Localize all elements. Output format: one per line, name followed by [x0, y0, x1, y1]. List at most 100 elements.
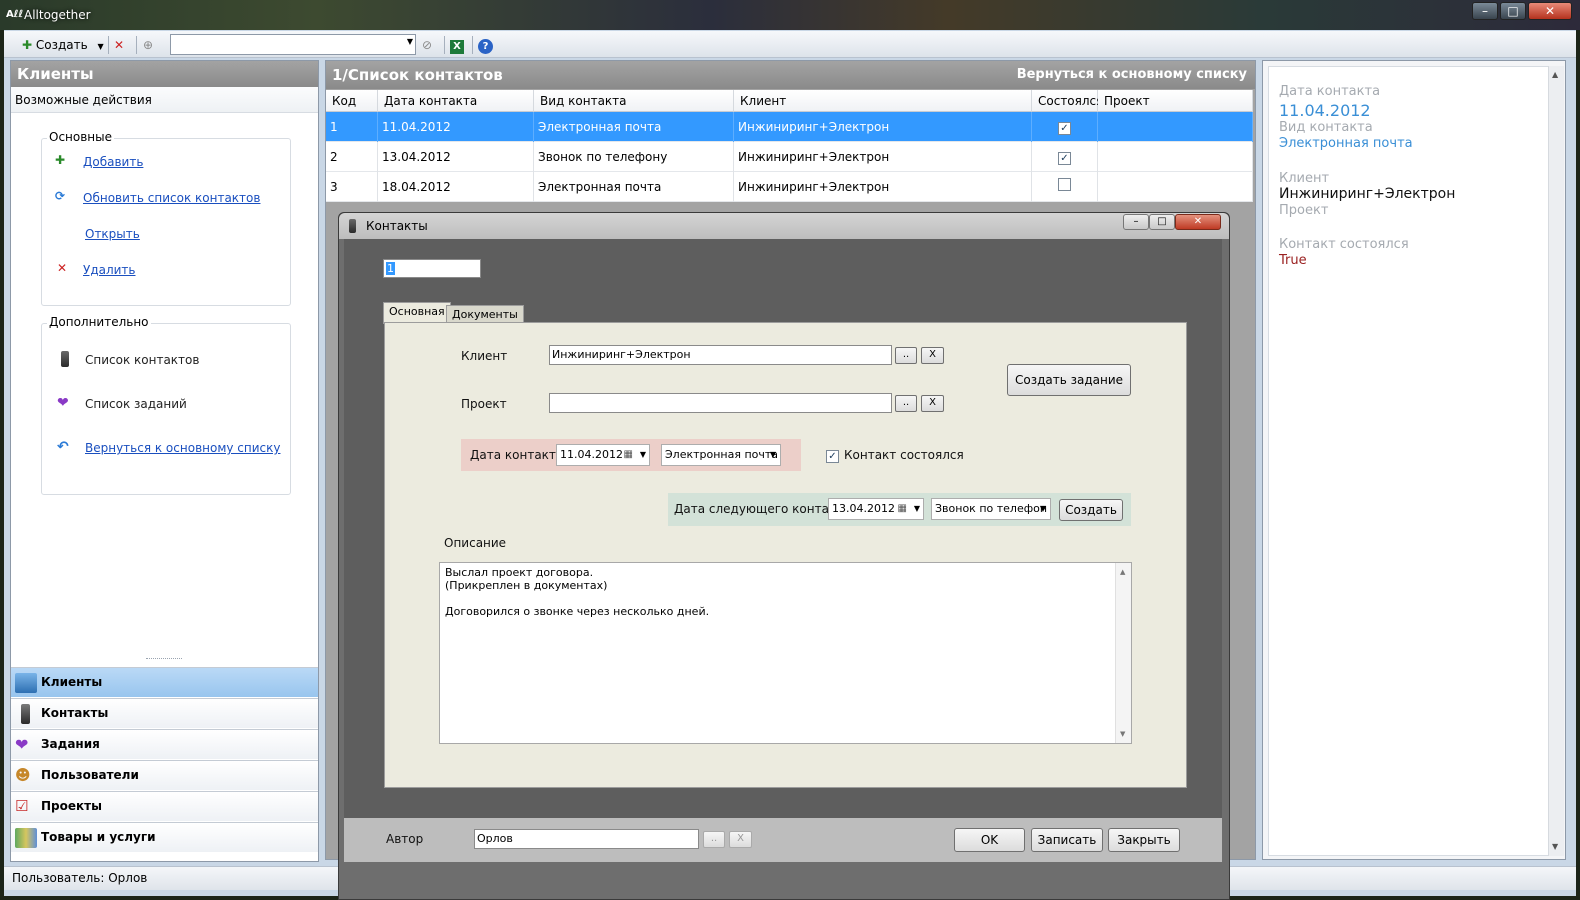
description-textarea[interactable]: Выслал проект договора. (Прикреплен в до…	[439, 562, 1132, 744]
toolbar: ✚ Создать ▼ ✕ ⊕ ▼ ⊘ X ?	[4, 31, 1576, 58]
main-group-title: Основные	[47, 130, 115, 144]
cell-code: 3	[326, 172, 378, 202]
table-row[interactable]: 3 18.04.2012 Электронная почта Инжинирин…	[326, 172, 1253, 202]
contact-list-action[interactable]: Список контактов	[85, 353, 199, 367]
column-header-kind[interactable]: Вид контакта	[534, 90, 734, 112]
contact-done-checkbox[interactable]: ✓	[826, 448, 839, 463]
speech-bubble-icon: ❤	[15, 735, 29, 754]
phone-icon	[21, 704, 30, 724]
nav-goods-services[interactable]: Товары и услуги	[11, 822, 318, 852]
task-list-action[interactable]: Список заданий	[85, 397, 187, 411]
window-title: Alltogether	[24, 8, 91, 22]
detail-done-value: True	[1279, 253, 1307, 268]
done-checkbox[interactable]: ✓	[1058, 152, 1071, 165]
minimize-button[interactable]: –	[1472, 2, 1498, 20]
nav-users[interactable]: ☻ Пользователи	[11, 760, 318, 790]
open-action[interactable]: Открыть	[85, 227, 140, 241]
cell-kind: Электронная почта	[534, 172, 734, 202]
ok-button[interactable]: OK	[954, 828, 1025, 852]
chevron-down-icon: ▼	[97, 42, 104, 51]
delete-icon[interactable]: ✕	[114, 35, 124, 55]
code-field[interactable]: 1	[383, 259, 481, 278]
splitter-grip[interactable]	[146, 658, 182, 661]
cell-date: 18.04.2012	[378, 172, 534, 202]
dialog-close-button[interactable]: ✕	[1175, 214, 1221, 230]
maximize-button[interactable]: □	[1500, 2, 1526, 20]
back-to-main-list-link[interactable]: Вернуться к основному списку	[1017, 67, 1247, 82]
create-task-button[interactable]: Создать задание	[1007, 364, 1131, 396]
scroll-down-icon[interactable]: ▼	[1120, 728, 1125, 741]
cell-kind: Электронная почта	[534, 112, 734, 142]
detail-done-label: Контакт состоялся	[1279, 237, 1409, 252]
column-header-project[interactable]: Проект	[1098, 90, 1253, 112]
dialog-title: Контакты	[366, 219, 428, 233]
chevron-down-icon: ▼	[913, 504, 920, 513]
search-combo[interactable]: ▼	[170, 34, 416, 55]
next-date-picker[interactable]: 13.04.2012 ▦ ▼	[828, 498, 924, 520]
scroll-up-icon[interactable]: ▲	[1120, 566, 1125, 579]
refresh-contacts-action[interactable]: Обновить список контактов	[83, 191, 260, 205]
table-row[interactable]: 2 13.04.2012 Звонок по телефону Инжинири…	[326, 142, 1253, 172]
delete-action[interactable]: Удалить	[83, 263, 136, 277]
help-icon[interactable]: ?	[478, 35, 493, 55]
project-label: Проект	[461, 397, 507, 411]
project-clear-button[interactable]: X	[921, 395, 944, 412]
detail-date-value: 11.04.2012	[1279, 101, 1371, 120]
add-action[interactable]: Добавить	[83, 155, 143, 169]
close-dialog-button[interactable]: Закрыть	[1108, 828, 1180, 852]
client-field[interactable]: Инжиниринг+Электрон	[549, 345, 892, 365]
cell-project	[1098, 172, 1253, 202]
dialog-title-bar: Контакты – □ ✕	[339, 213, 1229, 239]
dialog-minimize-button[interactable]: –	[1123, 214, 1149, 230]
right-panel-scrollbar[interactable]: ▲ ▼	[1548, 66, 1564, 856]
cell-date: 13.04.2012	[378, 142, 534, 172]
dialog-maximize-button[interactable]: □	[1149, 214, 1175, 230]
client-clear-button[interactable]: X	[921, 347, 944, 364]
create-dropdown-button[interactable]: ✚ Создать ▼	[22, 35, 104, 55]
cell-client: Инжиниринг+Электрон	[734, 142, 1032, 172]
back-to-main-list-action[interactable]: Вернуться к основному списку	[85, 441, 280, 455]
add-circle-icon[interactable]: ⊕	[143, 35, 153, 55]
done-checkbox[interactable]	[1058, 178, 1071, 191]
cell-code: 1	[326, 112, 378, 142]
column-header-code[interactable]: Код	[326, 90, 378, 112]
excel-icon[interactable]: X	[450, 35, 464, 55]
new-document-icon: ✚	[22, 38, 33, 52]
nav-tasks[interactable]: ❤ Задания	[11, 729, 318, 759]
project-select-button[interactable]: ..	[895, 395, 917, 412]
phone-icon	[349, 219, 356, 233]
checklist-icon: ☑	[15, 797, 29, 815]
save-button[interactable]: Записать	[1031, 828, 1103, 852]
project-field[interactable]	[549, 393, 892, 413]
author-select-button[interactable]: ..	[703, 831, 725, 848]
link-off-icon[interactable]: ⊘	[422, 35, 432, 55]
detail-client-label: Клиент	[1279, 171, 1330, 186]
close-button[interactable]: ✕	[1528, 2, 1572, 20]
nav-clients[interactable]: Клиенты	[11, 667, 318, 697]
nav-projects[interactable]: ☑ Проекты	[11, 791, 318, 821]
client-select-button[interactable]: ..	[895, 347, 917, 364]
contact-date-picker[interactable]: 11.04.2012 ▦ ▼	[556, 444, 650, 466]
next-kind-select[interactable]: Звонок по телефон ▼	[931, 498, 1051, 520]
left-panel-title: Клиенты	[11, 61, 318, 87]
nav-contacts[interactable]: Контакты	[11, 698, 318, 728]
cell-done	[1032, 172, 1098, 202]
author-field[interactable]: Орлов	[474, 829, 699, 849]
cell-project	[1098, 112, 1253, 142]
detail-kind-label: Вид контакта	[1279, 120, 1373, 135]
column-header-client[interactable]: Клиент	[734, 90, 1032, 112]
scroll-up-icon[interactable]: ▲	[1552, 70, 1558, 79]
column-header-date[interactable]: Дата контакта	[378, 90, 534, 112]
column-header-done[interactable]: Состоялся	[1032, 90, 1103, 112]
table-row[interactable]: 1 11.04.2012 Электронная почта Инжинирин…	[326, 112, 1253, 142]
create-label: Создать	[35, 38, 88, 52]
tab-main[interactable]: Основная	[383, 302, 451, 324]
detail-project-label: Проект	[1279, 203, 1329, 218]
contact-date-label: Дата контакта	[470, 448, 564, 462]
contact-kind-select[interactable]: Электронная почта ▼	[661, 444, 781, 466]
contact-done-label: Контакт состоялся	[844, 448, 964, 462]
author-clear-button[interactable]: X	[729, 831, 752, 848]
create-next-contact-button[interactable]: Создать	[1059, 499, 1123, 521]
scroll-down-icon[interactable]: ▼	[1552, 842, 1558, 851]
done-checkbox[interactable]: ✓	[1058, 122, 1071, 135]
